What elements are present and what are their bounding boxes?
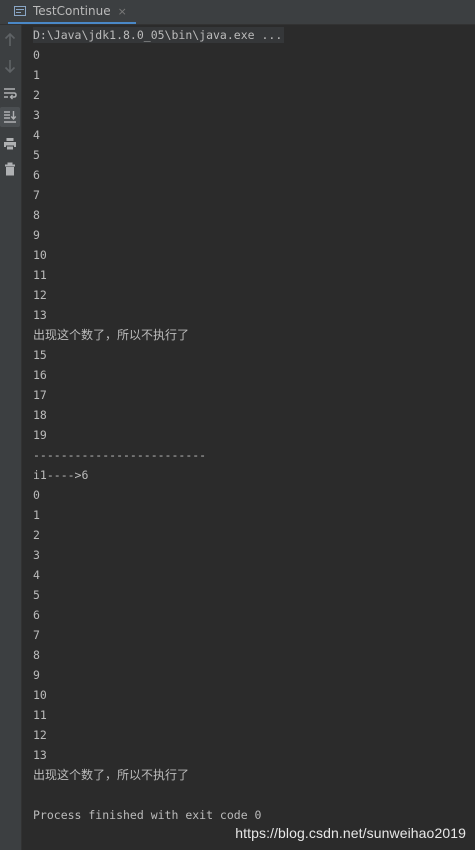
console-line: 12 bbox=[33, 728, 47, 742]
run-console-window: TestContinue × D:\Java\jdk1.8.0_05\bin\j… bbox=[0, 0, 475, 850]
tab-bar: TestContinue × bbox=[0, 0, 475, 25]
console-line: 0 bbox=[33, 488, 40, 502]
console-line: 13 bbox=[33, 748, 47, 762]
console-line: 1 bbox=[33, 508, 40, 522]
soft-wrap-icon[interactable] bbox=[0, 83, 20, 103]
tab-testcontinue[interactable]: TestContinue × bbox=[8, 0, 136, 24]
console-line: 17 bbox=[33, 388, 47, 402]
console-line: 15 bbox=[33, 348, 47, 362]
console-line: 10 bbox=[33, 688, 47, 702]
console-line: 出现这个数了，所以不执行了 bbox=[33, 768, 190, 782]
console-line: 16 bbox=[33, 368, 47, 382]
trash-icon[interactable] bbox=[0, 159, 20, 179]
console-line: 4 bbox=[33, 568, 40, 582]
console-line: 6 bbox=[33, 168, 40, 182]
scroll-to-end-icon[interactable] bbox=[0, 107, 20, 127]
console-line: 6 bbox=[33, 608, 40, 622]
console-line: 11 bbox=[33, 708, 47, 722]
console-line: 5 bbox=[33, 148, 40, 162]
console-line: 11 bbox=[33, 268, 47, 282]
run-command-line: D:\Java\jdk1.8.0_05\bin\java.exe ... bbox=[33, 25, 473, 45]
console-line: 3 bbox=[33, 548, 40, 562]
console-line: 10 bbox=[33, 248, 47, 262]
console-line: 1 bbox=[33, 68, 40, 82]
console-output: D:\Java\jdk1.8.0_05\bin\java.exe ... 012… bbox=[33, 25, 473, 825]
tab-label: TestContinue bbox=[33, 4, 111, 18]
console-tab-icon bbox=[14, 6, 26, 16]
arrow-up-icon[interactable] bbox=[0, 30, 20, 50]
print-icon[interactable] bbox=[0, 134, 20, 154]
console-line: 12 bbox=[33, 288, 47, 302]
console-toolbar bbox=[0, 25, 22, 850]
console-line: 2 bbox=[33, 88, 40, 102]
watermark: https://blog.csdn.net/sunweihao2019 bbox=[235, 825, 466, 841]
console-line: 9 bbox=[33, 668, 40, 682]
arrow-down-icon[interactable] bbox=[0, 56, 20, 76]
run-command-text: D:\Java\jdk1.8.0_05\bin\java.exe ... bbox=[33, 27, 285, 43]
console-line: 8 bbox=[33, 648, 40, 662]
close-icon[interactable]: × bbox=[118, 5, 127, 18]
console-line: Process finished with exit code 0 bbox=[33, 808, 262, 822]
console-line: 13 bbox=[33, 308, 47, 322]
console-line: 18 bbox=[33, 408, 47, 422]
console-line: 出现这个数了，所以不执行了 bbox=[33, 328, 190, 342]
console-line: 4 bbox=[33, 128, 40, 142]
console-line: 7 bbox=[33, 628, 40, 642]
console-line: 8 bbox=[33, 208, 40, 222]
console-line: 19 bbox=[33, 428, 47, 442]
console-line: ------------------------- bbox=[33, 448, 207, 462]
console-lines: 0 1 2 3 4 5 6 7 8 9 10 11 12 13 出现这个数了，所以不执行了 15 16 17 18 1… bbox=[33, 45, 473, 825]
console-line: 5 bbox=[33, 588, 40, 602]
console-line: 2 bbox=[33, 528, 40, 542]
console-line: 0 bbox=[33, 48, 40, 62]
console-line: i1---->6 bbox=[33, 468, 89, 482]
console-line: 3 bbox=[33, 108, 40, 122]
console-line: 9 bbox=[33, 228, 40, 242]
console-line: 7 bbox=[33, 188, 40, 202]
